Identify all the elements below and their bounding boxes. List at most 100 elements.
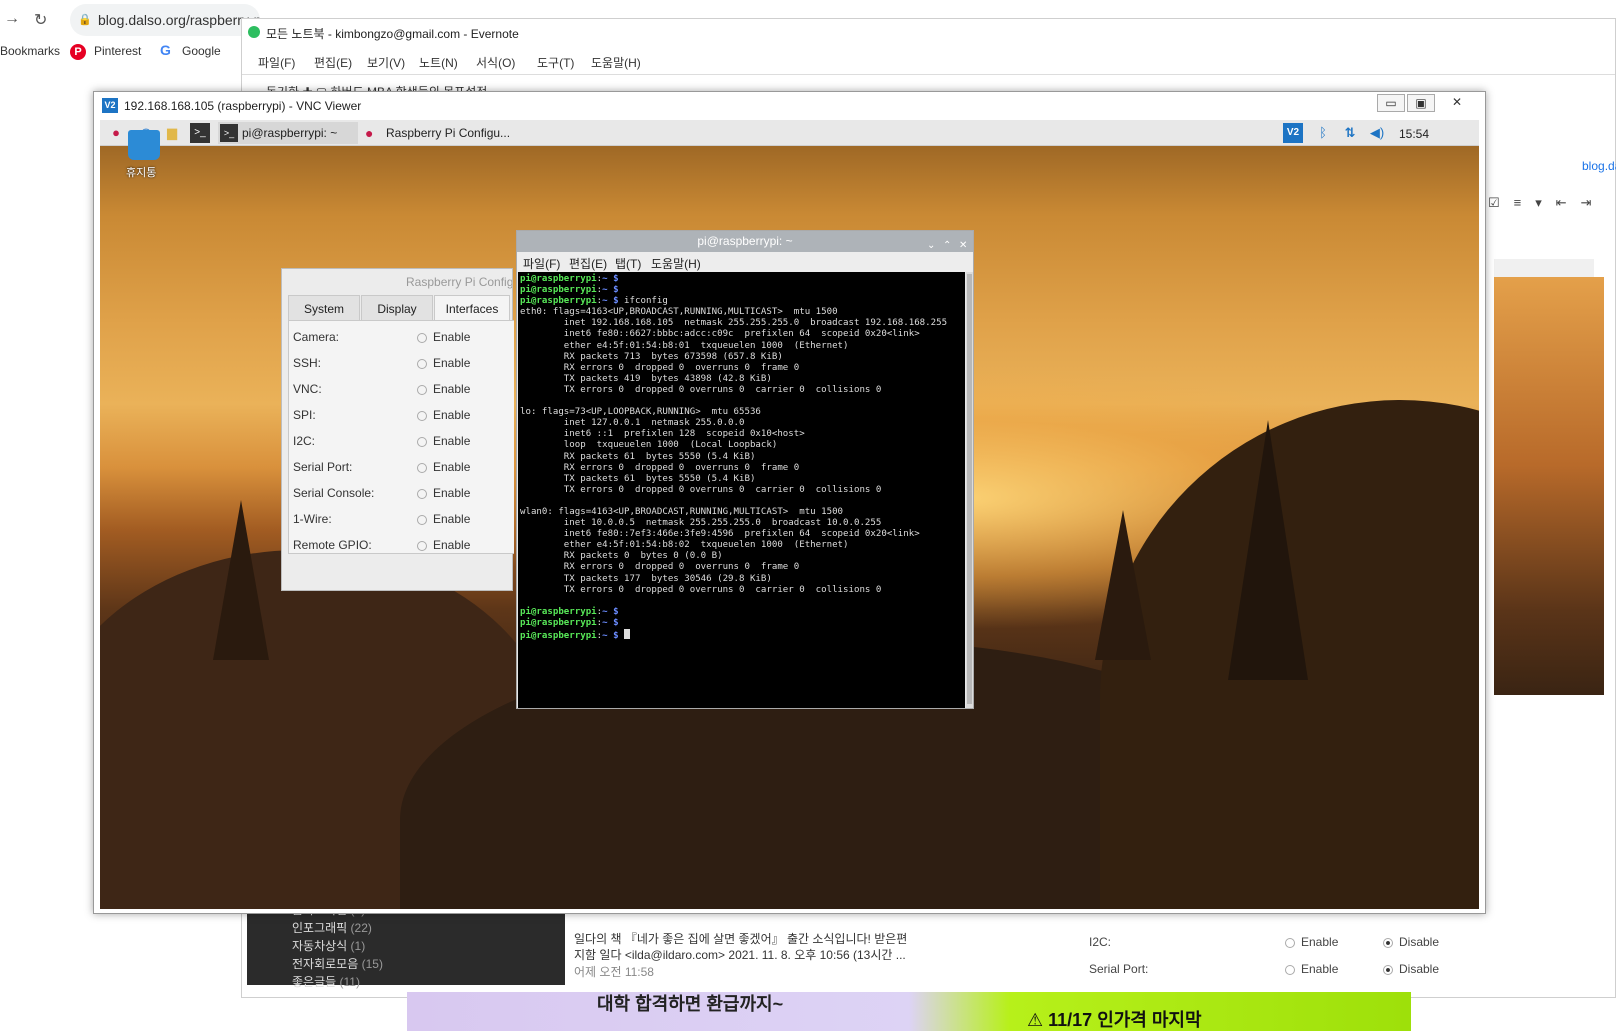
interfaces-panel: Camera: Enable SSH: Enable VNC: Enable S… — [288, 320, 514, 554]
minimize-button[interactable]: ▭ — [1377, 94, 1405, 112]
menu-file[interactable]: 파일(F) — [258, 54, 295, 71]
evernote-icon — [248, 26, 260, 38]
terminal-menubar: 파일(F) 편집(E) 탭(T) 도움말(H) — [517, 252, 973, 272]
rpi-config-window: Raspberry Pi Configuration System Displa… — [281, 268, 514, 591]
raspberry-menu-icon[interactable]: ● — [106, 123, 126, 143]
temple-shape — [1095, 510, 1151, 660]
row-label-spi: SPI: — [293, 408, 316, 422]
radio-icon — [417, 540, 427, 551]
term-menu-file[interactable]: 파일(F) — [523, 255, 560, 272]
menu-help[interactable]: 도움말(H) — [591, 54, 641, 71]
terminal-title: pi@raspberrypi: ~ — [697, 234, 793, 248]
radio-icon — [417, 358, 427, 369]
row-label-vnc: VNC: — [293, 382, 322, 396]
folder-icon[interactable]: ▆ — [162, 123, 182, 143]
vnc-titlebar[interactable]: V2 192.168.168.105 (raspberrypi) - VNC V… — [94, 92, 1485, 118]
bookmarks-label[interactable]: Bookmarks — [0, 44, 60, 58]
close-button[interactable]: ✕ — [1437, 94, 1477, 112]
spi-enable-radio[interactable]: Enable — [417, 408, 470, 422]
menu-view[interactable]: 보기(V) — [367, 54, 405, 71]
row-label-1wire: 1-Wire: — [293, 512, 332, 526]
mail-time: 어제 오전 11:58 — [574, 965, 654, 979]
rp-i2c-enable[interactable]: Enable — [1285, 935, 1338, 949]
category-item[interactable]: 자동차상식 (1) — [292, 937, 365, 954]
note-image — [1494, 277, 1604, 695]
rp-serial-disable[interactable]: Disable — [1383, 962, 1439, 976]
radio-icon — [417, 410, 427, 421]
rp-serial-enable[interactable]: Enable — [1285, 962, 1338, 976]
camera-enable-radio[interactable]: Enable — [417, 330, 470, 344]
ssh-enable-radio[interactable]: Enable — [417, 356, 470, 370]
blog-link[interactable]: blog.da — [1582, 159, 1616, 173]
row-label-serial-port: Serial Port: — [293, 460, 353, 474]
pinterest-icon: P — [70, 44, 86, 60]
scrollbar-thumb[interactable] — [967, 274, 972, 704]
menu-edit[interactable]: 편집(E) — [314, 54, 352, 71]
row-label-serial-console: Serial Console: — [293, 486, 375, 500]
raspberry-icon: ● — [365, 125, 374, 141]
taskbar-terminal-task[interactable]: >_ pi@raspberrypi: ~ — [218, 122, 358, 144]
serial-console-enable-radio[interactable]: Enable — [417, 486, 470, 500]
bookmark-pinterest[interactable]: Pinterest — [94, 44, 141, 58]
radio-icon — [1285, 937, 1295, 948]
ad-banner[interactable]: 대학 합격하면 환급까지~ ⚠ 11/17 인가격 마지막 — [407, 992, 1411, 1031]
vnc-enable-radio[interactable]: Enable — [417, 382, 470, 396]
mail-preview[interactable]: 일다의 책 『네가 좋은 집에 살면 좋겠어』 출간 소식입니다! 받은편 지함… — [574, 912, 954, 987]
vnc-logo-icon: V2 — [102, 98, 118, 113]
config-title[interactable]: Raspberry Pi Configuration — [282, 269, 512, 295]
tab-display[interactable]: Display — [361, 295, 433, 321]
bookmark-google[interactable]: Google — [182, 44, 221, 58]
category-list: 음악교육팀 (2) 인포그래픽 (22) 자동차상식 (1) 전자회로모음 (1… — [247, 903, 565, 989]
radio-icon — [417, 488, 427, 499]
tab-interfaces[interactable]: Interfaces — [434, 295, 510, 321]
terminal-icon[interactable]: >_ — [190, 123, 210, 143]
category-item[interactable]: 좋은글들 (11) — [292, 973, 360, 990]
terminal-titlebar[interactable]: pi@raspberrypi: ~ ⌄ ⌃ ✕ — [517, 231, 973, 252]
vnc-tray-icon[interactable]: V2 — [1283, 123, 1303, 143]
right-config-panel: I2C: Enable Disable Serial Port: Enable … — [1079, 905, 1479, 995]
forward-icon[interactable]: → — [4, 10, 20, 28]
remote-desktop[interactable]: ● ◍ ▆ >_ >_ pi@raspberrypi: ~ ● Raspberr… — [100, 120, 1479, 909]
1wire-enable-radio[interactable]: Enable — [417, 512, 470, 526]
evernote-menubar: 파일(F) 편집(E) 보기(V) 노트(N) 서식(O) 도구(T) 도움말(… — [242, 49, 1615, 75]
category-item[interactable]: 전자회로모음 (15) — [292, 955, 383, 972]
bluetooth-icon[interactable]: ᛒ — [1313, 123, 1333, 143]
volume-icon[interactable]: ◀) — [1367, 123, 1387, 143]
term-menu-help[interactable]: 도움말(H) — [651, 255, 701, 272]
menu-tools[interactable]: 도구(T) — [537, 54, 574, 71]
terminal-screen[interactable]: pi@raspberrypi:~ $ pi@raspberrypi:~ $ pi… — [518, 272, 965, 708]
menu-note[interactable]: 노트(N) — [419, 54, 458, 71]
taskbar-config-task[interactable]: ● Raspberry Pi Configu... — [362, 122, 510, 144]
mail-line-2: 지함 일다 <ilda@ildaro.com> 2021. 11. 8. 오후 … — [574, 948, 906, 962]
term-menu-edit[interactable]: 편집(E) — [569, 255, 607, 272]
radio-icon — [417, 384, 427, 395]
terminal-scrollbar[interactable] — [966, 272, 973, 708]
remote-gpio-enable-radio[interactable]: Enable — [417, 538, 470, 552]
address-bar[interactable]: blog.dalso.org/raspberry-pi/raspberrypi4… — [70, 4, 260, 36]
row-label-remote-gpio: Remote GPIO: — [293, 538, 372, 552]
reload-icon[interactable]: ↻ — [34, 10, 47, 30]
trash-label: 휴지통 — [126, 167, 157, 179]
ad-text-1: 대학 합격하면 환급까지~ — [597, 994, 784, 1014]
restore-button[interactable]: ▣ — [1407, 94, 1435, 112]
terminal-output: pi@raspberrypi:~ $ pi@raspberrypi:~ $ pi… — [520, 274, 948, 641]
serial-port-enable-radio[interactable]: Enable — [417, 460, 470, 474]
menu-format[interactable]: 서식(O) — [476, 54, 515, 71]
format-toolbar: ☑≡▾⇤⇥ — [1488, 195, 1606, 210]
network-icon[interactable]: ⇅ — [1340, 123, 1360, 143]
i2c-enable-radio[interactable]: Enable — [417, 434, 470, 448]
terminal-icon: >_ — [220, 124, 238, 142]
radio-icon — [1285, 964, 1295, 975]
radio-selected-icon — [1383, 964, 1393, 975]
term-menu-tabs[interactable]: 탭(T) — [615, 255, 641, 272]
rp-i2c-disable[interactable]: Disable — [1383, 935, 1439, 949]
trash-icon[interactable] — [128, 130, 160, 160]
rp-label-i2c: I2C: — [1089, 935, 1112, 949]
clock[interactable]: 15:54 — [1399, 127, 1429, 141]
task-label: pi@raspberrypi: ~ — [242, 126, 338, 140]
radio-icon — [417, 514, 427, 525]
task-label: Raspberry Pi Configu... — [386, 126, 511, 140]
tab-system[interactable]: System — [288, 295, 360, 321]
category-item[interactable]: 인포그래픽 (22) — [292, 919, 372, 936]
mail-line-1: 일다의 책 『네가 좋은 집에 살면 좋겠어』 출간 소식입니다! 받은편 — [574, 932, 908, 946]
